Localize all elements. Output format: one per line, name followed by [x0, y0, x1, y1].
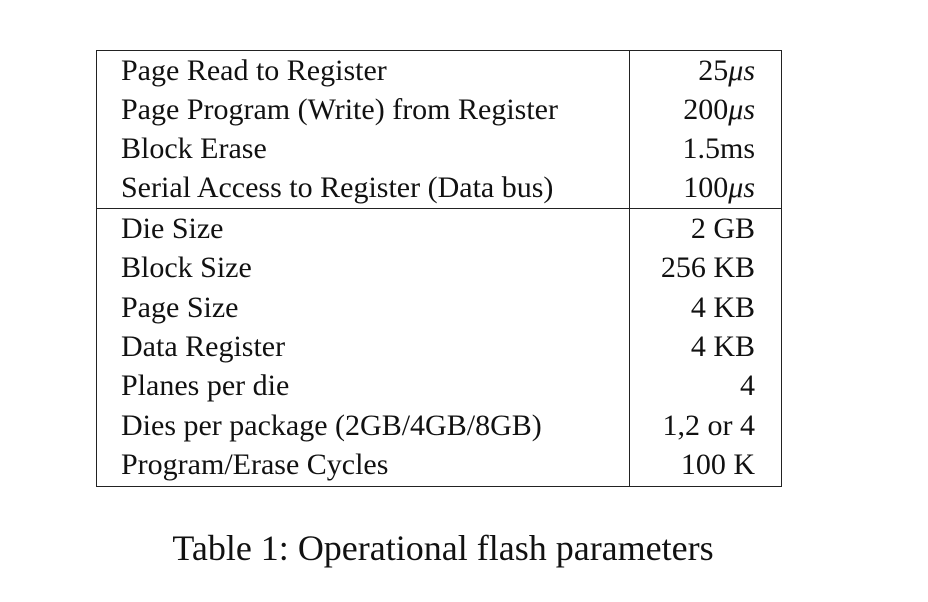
value-unit: μs [728, 93, 755, 126]
param-value: 4 KB [690, 291, 755, 324]
param-value: 4 KB [690, 330, 755, 363]
table-row: Block Size 256 KB [97, 248, 781, 287]
flash-parameters-table: Page Read to Register 25μs Page Program … [96, 50, 782, 487]
table-caption: Table 1: Operational flash parameters [172, 528, 714, 568]
table-row: Page Program (Write) from Register 200μs [97, 90, 781, 129]
table-row: Planes per die 4 [97, 366, 781, 405]
table-row: Block Erase 1.5ms [97, 129, 781, 168]
param-label: Block Size [121, 251, 252, 284]
param-label: Serial Access to Register (Data bus) [121, 171, 554, 204]
param-value: 100μs [683, 168, 755, 207]
param-label: Die Size [121, 212, 224, 245]
table-row: Page Size 4 KB [97, 288, 781, 327]
param-label: Block Erase [121, 132, 267, 165]
param-value: 256 KB [660, 251, 755, 284]
param-label: Program/Erase Cycles [121, 448, 389, 481]
table-row: Die Size 2 GB [97, 209, 781, 248]
value-unit: μs [728, 54, 755, 87]
table-row: Dies per package (2GB/4GB/8GB) 1,2 or 4 [97, 406, 781, 445]
value-number: 25 [698, 54, 729, 87]
table-row: Page Read to Register 25μs [97, 51, 781, 90]
param-value: 25μs [698, 51, 755, 90]
param-label: Page Program (Write) from Register [121, 93, 558, 126]
param-value: 2 GB [690, 212, 755, 245]
param-label: Dies per package (2GB/4GB/8GB) [121, 409, 542, 442]
param-value: 200μs [683, 90, 755, 129]
value-number: 1.5ms [682, 132, 755, 165]
table-row: Serial Access to Register (Data bus) 100… [97, 168, 781, 207]
param-label: Data Register [121, 330, 286, 363]
value-number: 100 [683, 171, 729, 204]
value-number: 200 [683, 93, 729, 126]
param-label: Page Read to Register [121, 54, 387, 87]
table-row: Program/Erase Cycles 100 K [97, 445, 781, 484]
param-value: 1.5ms [682, 129, 755, 168]
param-value: 4 [740, 369, 755, 402]
param-label: Page Size [121, 291, 239, 324]
param-value: 1,2 or 4 [662, 409, 756, 442]
param-label: Planes per die [121, 369, 290, 402]
value-unit: μs [728, 171, 755, 204]
param-value: 100 K [680, 448, 755, 481]
table-row: Data Register 4 KB [97, 327, 781, 366]
